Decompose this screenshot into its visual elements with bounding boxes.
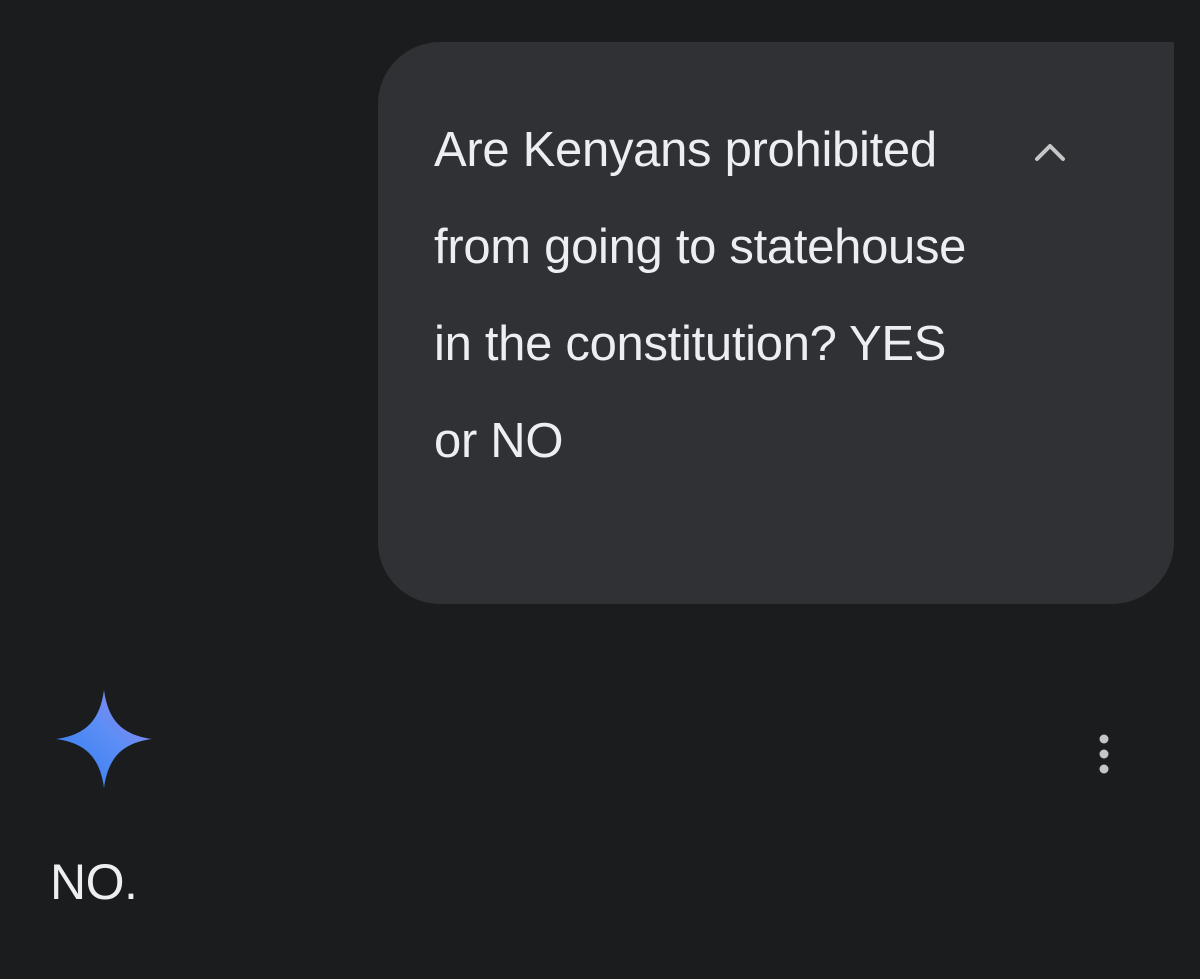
user-message-text: Are Kenyans prohibited from going to sta… — [434, 123, 967, 468]
collapse-message-button[interactable] — [1018, 124, 1082, 180]
chat-conversation: Are Kenyans prohibited from going to sta… — [0, 0, 1200, 979]
gemini-sparkle-icon — [56, 690, 152, 788]
response-text: NO. — [50, 854, 138, 910]
user-message-bubble: Are Kenyans prohibited from going to sta… — [378, 42, 1174, 604]
response-menu-button[interactable] — [1080, 728, 1128, 780]
more-vertical-icon — [1099, 734, 1109, 774]
chevron-up-icon — [1035, 144, 1065, 161]
